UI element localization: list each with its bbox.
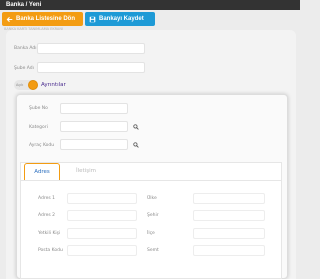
toggle-state-label: Açık <box>16 83 24 87</box>
category-input[interactable] <box>60 121 128 132</box>
search-icon <box>133 123 139 130</box>
branch-no-label: Şube No <box>29 106 48 111</box>
neighborhood-input[interactable] <box>193 245 265 256</box>
neighborhood-label: Semt <box>147 248 159 253</box>
bank-name-label: Banka Adı <box>14 46 37 51</box>
country-label: Ülke <box>147 196 157 201</box>
city-input[interactable] <box>193 210 265 221</box>
back-to-list-label: Banka Listesine Dön <box>16 16 76 22</box>
address2-label: Adres 2 <box>38 213 56 218</box>
contact-person-input[interactable] <box>67 228 137 239</box>
separator-code-search-button[interactable] <box>130 139 142 150</box>
back-to-list-button[interactable]: Banka Listesine Dön <box>2 12 83 26</box>
address2-input[interactable] <box>67 210 137 221</box>
toolbar: Banka Listesine Dön Bankayı Kaydet <box>0 12 300 26</box>
branch-no-input[interactable] <box>60 103 128 114</box>
district-input[interactable] <box>193 228 265 239</box>
header-bar: Banka / Yeni <box>0 0 300 10</box>
category-search-button[interactable] <box>130 121 142 132</box>
details-toggle-label: Ayrıntılar <box>41 82 66 88</box>
district-label: İlçe <box>147 231 155 236</box>
tab-contact[interactable]: İletişim <box>66 163 106 180</box>
branch-name-input[interactable] <box>37 62 145 73</box>
address1-input[interactable] <box>67 193 137 204</box>
branch-name-label: Şube Adı <box>14 66 34 71</box>
postal-code-input[interactable] <box>67 245 137 256</box>
tab-divider <box>20 180 282 181</box>
bank-name-input[interactable] <box>37 43 145 54</box>
save-bank-button[interactable]: Bankayı Kaydet <box>85 12 155 26</box>
address1-label: Adres 1 <box>38 196 56 201</box>
separator-code-input[interactable] <box>60 139 128 150</box>
tab-address[interactable]: Adres <box>24 163 60 180</box>
search-icon <box>133 141 139 148</box>
separator-code-label: Ayraç Kodu <box>29 143 55 148</box>
details-toggle[interactable]: Açık <box>14 80 38 90</box>
country-input[interactable] <box>193 193 265 204</box>
postal-code-label: Posta Kodu <box>38 248 63 253</box>
contact-person-label: Yetkili Kişi <box>38 231 61 236</box>
arrow-left-icon <box>6 16 13 22</box>
category-label: Kategori <box>29 125 48 130</box>
save-bank-label: Bankayı Kaydet <box>99 16 144 22</box>
city-label: Şehir <box>147 213 159 218</box>
save-icon <box>89 16 96 22</box>
page-title: Banka / Yeni <box>6 2 42 8</box>
toggle-knob <box>28 80 38 90</box>
